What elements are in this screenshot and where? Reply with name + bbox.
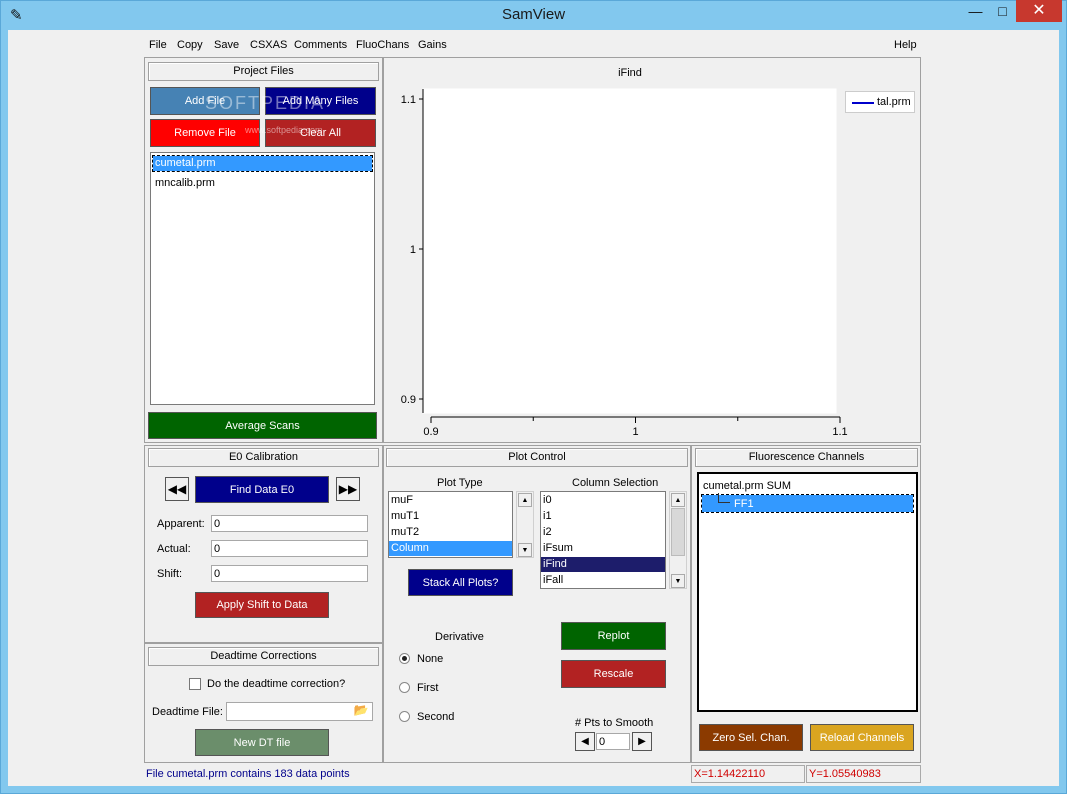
derivative-first-label: First bbox=[417, 682, 439, 694]
file-list-item[interactable]: mncalib.prm bbox=[153, 176, 372, 191]
menu-file[interactable]: File bbox=[149, 39, 167, 53]
scroll-down-icon[interactable]: ▼ bbox=[671, 574, 685, 588]
scroll-down-icon[interactable]: ▼ bbox=[518, 543, 532, 557]
y-tick-label: 0.9 bbox=[401, 394, 416, 406]
remove-file-button[interactable]: Remove File bbox=[150, 119, 260, 147]
average-scans-button[interactable]: Average Scans bbox=[148, 412, 377, 439]
menu-copy[interactable]: Copy bbox=[177, 39, 203, 53]
e0-calibration-title: E0 Calibration bbox=[148, 448, 379, 467]
scroll-up-icon[interactable]: ▲ bbox=[671, 493, 685, 507]
plot-area bbox=[422, 88, 837, 414]
folder-open-icon[interactable]: 📂 bbox=[352, 703, 370, 719]
plot-type-item[interactable]: Column bbox=[389, 541, 512, 556]
derivative-none-radio[interactable] bbox=[399, 653, 410, 664]
deadtime-checkbox-label: Do the deadtime correction? bbox=[207, 678, 346, 690]
column-item[interactable]: iFind bbox=[541, 557, 665, 572]
plot-type-item[interactable]: muF bbox=[389, 493, 512, 508]
fast-forward-icon[interactable]: ▶▶ bbox=[336, 477, 360, 501]
column-item[interactable]: i2 bbox=[541, 525, 665, 540]
deadtime-checkbox[interactable] bbox=[189, 678, 201, 690]
plot-type-item[interactable]: muT1 bbox=[389, 509, 512, 524]
tree-root[interactable]: cumetal.prm SUM bbox=[703, 480, 791, 492]
column-selection-label: Column Selection bbox=[572, 477, 659, 489]
plot-type-list[interactable]: muF muT1 muT2 Column bbox=[388, 491, 513, 558]
plot-type-scrollbar[interactable]: ▲ ▼ bbox=[516, 491, 534, 558]
deadtime-title: Deadtime Corrections bbox=[148, 647, 379, 666]
smooth-increment-icon[interactable]: ▶ bbox=[632, 732, 652, 751]
channel-tree[interactable]: cumetal.prm SUM FF1 bbox=[697, 472, 918, 712]
stack-all-plots-button[interactable]: Stack All Plots? bbox=[408, 569, 513, 596]
smooth-input[interactable]: 0 bbox=[596, 733, 630, 750]
x-tick-label: 0.9 bbox=[423, 426, 438, 438]
menu-help[interactable]: Help bbox=[894, 39, 917, 53]
apply-shift-button[interactable]: Apply Shift to Data bbox=[195, 592, 329, 618]
column-list[interactable]: i0 i1 i2 iFsum iFind iFall bbox=[540, 491, 666, 589]
y-tick-label: 1 bbox=[410, 244, 416, 256]
column-item[interactable]: iFall bbox=[541, 573, 665, 588]
x-tick-label: 1.1 bbox=[832, 426, 847, 438]
shift-label: Shift: bbox=[157, 568, 183, 580]
actual-label: Actual: bbox=[157, 543, 191, 555]
column-scrollbar[interactable]: ▲ ▼ bbox=[669, 491, 687, 589]
deadtime-file-label: Deadtime File: bbox=[152, 706, 223, 718]
watermark-text: SOFTPEDIA bbox=[205, 93, 326, 113]
apparent-label: Apparent: bbox=[157, 518, 205, 530]
reload-channels-button[interactable]: Reload Channels bbox=[810, 724, 914, 751]
column-item[interactable]: i1 bbox=[541, 509, 665, 524]
smooth-decrement-icon[interactable]: ◀ bbox=[575, 732, 595, 751]
file-list-item[interactable]: cumetal.prm bbox=[152, 155, 373, 172]
title-bar[interactable]: ✎ SamView — □ ✕ bbox=[0, 0, 1067, 30]
x-tick-label: 1 bbox=[632, 426, 638, 438]
new-dt-file-button[interactable]: New DT file bbox=[195, 729, 329, 756]
y-tick-label: 1.1 bbox=[401, 94, 416, 106]
column-item[interactable]: iFsum bbox=[541, 541, 665, 556]
legend: tal.prm bbox=[845, 91, 915, 113]
x-readout: X=1.14422110 bbox=[691, 765, 805, 783]
tree-child[interactable]: FF1 bbox=[734, 498, 754, 510]
actual-input[interactable]: 0 bbox=[211, 540, 368, 557]
derivative-second-label: Second bbox=[417, 711, 455, 723]
derivative-none-label: None bbox=[417, 653, 444, 665]
plot-control-title: Plot Control bbox=[386, 448, 688, 467]
derivative-first-radio[interactable] bbox=[399, 682, 410, 693]
plot-type-item[interactable]: muT2 bbox=[389, 525, 512, 540]
smooth-label: # Pts to Smooth bbox=[575, 717, 654, 729]
menu-csxas[interactable]: CSXAS bbox=[250, 39, 287, 53]
menu-comments[interactable]: Comments bbox=[294, 39, 347, 53]
project-files-title: Project Files bbox=[148, 62, 379, 81]
plot-svg[interactable]: 0.9 1 1.1 1.1 1 0.9 bbox=[383, 57, 921, 443]
menu-fluochans[interactable]: FluoChans bbox=[356, 39, 409, 53]
zero-sel-chan-button[interactable]: Zero Sel. Chan. bbox=[699, 724, 803, 751]
derivative-label: Derivative bbox=[435, 631, 484, 643]
file-list[interactable]: cumetal.prm mncalib.prm bbox=[150, 152, 375, 405]
apparent-input[interactable]: 0 bbox=[211, 515, 368, 532]
plot-type-label: Plot Type bbox=[437, 477, 483, 489]
shift-input[interactable]: 0 bbox=[211, 565, 368, 582]
window-title: SamView bbox=[501, 6, 566, 23]
tree-connector bbox=[718, 493, 719, 502]
deadtime-file-input[interactable] bbox=[226, 702, 373, 721]
watermark-url: www.softpedia.com bbox=[245, 125, 323, 135]
y-readout: Y=1.05540983 bbox=[806, 765, 921, 783]
derivative-second-radio[interactable] bbox=[399, 711, 410, 722]
scroll-thumb[interactable] bbox=[671, 508, 685, 556]
rescale-button[interactable]: Rescale bbox=[561, 660, 666, 688]
menu-gains[interactable]: Gains bbox=[418, 39, 447, 53]
legend-label: tal.prm bbox=[877, 96, 911, 108]
fluorescence-title: Fluorescence Channels bbox=[695, 448, 918, 467]
close-button[interactable]: ✕ bbox=[1016, 0, 1062, 22]
maximize-button[interactable]: □ bbox=[989, 0, 1016, 22]
tree-connector bbox=[718, 502, 730, 503]
column-item[interactable]: i0 bbox=[541, 493, 665, 508]
legend-line-icon bbox=[852, 102, 874, 104]
minimize-button[interactable]: — bbox=[962, 0, 989, 22]
status-message: File cumetal.prm contains 183 data point… bbox=[146, 768, 350, 780]
menu-save[interactable]: Save bbox=[214, 39, 239, 53]
find-data-e0-button[interactable]: Find Data E0 bbox=[195, 476, 329, 503]
rewind-icon[interactable]: ◀◀ bbox=[165, 477, 189, 501]
scroll-up-icon[interactable]: ▲ bbox=[518, 493, 532, 507]
replot-button[interactable]: Replot bbox=[561, 622, 666, 650]
